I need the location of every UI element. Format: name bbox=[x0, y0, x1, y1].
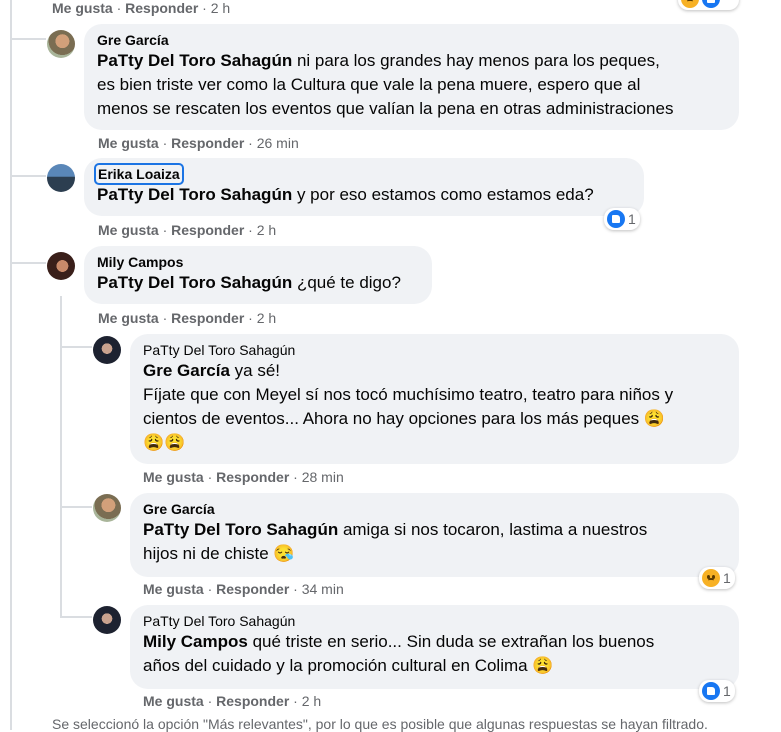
sad-reaction-icon bbox=[681, 0, 699, 8]
mention-link[interactable]: PaTty Del Toro Sahagún bbox=[97, 51, 292, 70]
reply-link[interactable]: Responder bbox=[171, 135, 244, 151]
reply-text: Gre García ya sé! bbox=[143, 361, 281, 380]
comment-text: menos se rescaten los eventos que valían… bbox=[97, 99, 674, 118]
reply-link[interactable]: Responder bbox=[216, 693, 289, 709]
mention-link[interactable]: PaTty Del Toro Sahagún bbox=[97, 185, 292, 204]
timestamp[interactable]: 2 h bbox=[211, 0, 230, 16]
like-link[interactable]: Me gusta bbox=[98, 135, 159, 151]
comment-bubble: Erika Loaiza PaTty Del Toro Sahagún y po… bbox=[84, 158, 644, 216]
reply-link[interactable]: Responder bbox=[171, 310, 244, 326]
reply-bubble: Gre García PaTty Del Toro Sahagún amiga … bbox=[130, 493, 739, 577]
reaction-summary[interactable]: 1 bbox=[699, 680, 735, 702]
like-link[interactable]: Me gusta bbox=[143, 581, 204, 597]
comment-bubble: Gre García PaTty Del Toro Sahagún ni par… bbox=[84, 24, 739, 130]
mention-link[interactable]: Gre García bbox=[143, 361, 230, 380]
reply-author[interactable]: PaTty Del Toro Sahagún bbox=[143, 342, 727, 359]
mention-link[interactable]: PaTty Del Toro Sahagún bbox=[97, 273, 292, 292]
thread-line-replies bbox=[60, 296, 62, 616]
reply-actions: Me gusta · Responder · 28 min bbox=[143, 469, 344, 485]
reply-text: 😩😩 bbox=[143, 433, 186, 452]
like-link[interactable]: Me gusta bbox=[98, 310, 159, 326]
reply-bubble: PaTty Del Toro Sahagún Mily Campos qué t… bbox=[130, 605, 739, 689]
avatar[interactable] bbox=[93, 336, 121, 364]
timestamp[interactable]: 28 min bbox=[302, 469, 344, 485]
reply-actions: Me gusta · Responder · 34 min bbox=[143, 581, 344, 597]
reply-author[interactable]: Gre García bbox=[143, 501, 727, 518]
avatar[interactable] bbox=[47, 164, 75, 192]
reply-link[interactable]: Responder bbox=[171, 222, 244, 238]
comment-author[interactable]: Mily Campos bbox=[97, 254, 420, 271]
avatar[interactable] bbox=[93, 606, 121, 634]
like-link[interactable]: Me gusta bbox=[52, 0, 113, 16]
like-reaction-icon bbox=[607, 210, 625, 228]
timestamp[interactable]: 34 min bbox=[302, 581, 344, 597]
reply-text: hijos ni de chiste 😪 bbox=[143, 544, 295, 563]
avatar[interactable] bbox=[93, 494, 121, 522]
reply-link[interactable]: Responder bbox=[125, 0, 198, 16]
comment-author[interactable]: Erika Loaiza bbox=[94, 163, 184, 185]
reaction-summary[interactable]: 1 bbox=[699, 567, 735, 589]
like-reaction-icon bbox=[702, 0, 720, 8]
reply-link[interactable]: Responder bbox=[216, 469, 289, 485]
reply-bubble: PaTty Del Toro Sahagún Gre García ya sé!… bbox=[130, 334, 739, 464]
reaction-summary[interactable] bbox=[678, 0, 739, 10]
reply-actions: Me gusta · Responder · 2 h bbox=[143, 693, 322, 709]
comment-text: PaTty Del Toro Sahagún ¿qué te digo? bbox=[97, 273, 401, 292]
like-reaction-icon bbox=[702, 682, 720, 700]
comment-text: PaTty Del Toro Sahagún y por eso estamos… bbox=[97, 185, 594, 204]
comment-actions: Me gusta · Responder · 26 min bbox=[98, 135, 299, 151]
reply-text: Fíjate que con Meyel sí nos tocó muchísi… bbox=[143, 385, 674, 404]
reply-text: PaTty Del Toro Sahagún amiga si nos toca… bbox=[143, 520, 648, 539]
thread-line-branch bbox=[60, 616, 92, 618]
thread-line-branch bbox=[60, 506, 92, 508]
reply-link[interactable]: Responder bbox=[216, 581, 289, 597]
reaction-count: 1 bbox=[723, 570, 731, 586]
mention-link[interactable]: Mily Campos bbox=[143, 632, 248, 651]
thread-line-branch bbox=[10, 262, 46, 264]
thread-line-branch bbox=[60, 346, 92, 348]
reply-text: cientos de eventos... Ahora no hay opcio… bbox=[143, 409, 666, 428]
comment-bubble: Mily Campos PaTty Del Toro Sahagún ¿qué … bbox=[84, 246, 432, 304]
timestamp[interactable]: 2 h bbox=[257, 222, 276, 238]
reply-text: Mily Campos qué triste en serio... Sin d… bbox=[143, 632, 655, 651]
like-link[interactable]: Me gusta bbox=[143, 693, 204, 709]
thread-line-main bbox=[10, 0, 12, 730]
thread-line-branch bbox=[10, 38, 46, 40]
comment-actions: Me gusta · Responder · 2 h bbox=[52, 0, 231, 16]
comment-text: es bien triste ver como la Cultura que v… bbox=[97, 75, 641, 94]
avatar[interactable] bbox=[47, 252, 75, 280]
reaction-count: 1 bbox=[628, 211, 636, 227]
comment-actions: Me gusta · Responder · 2 h bbox=[98, 310, 277, 326]
like-link[interactable]: Me gusta bbox=[143, 469, 204, 485]
reaction-count: 1 bbox=[723, 683, 731, 699]
timestamp[interactable]: 2 h bbox=[302, 693, 321, 709]
comment-text: PaTty Del Toro Sahagún ni para los grand… bbox=[97, 51, 660, 70]
comment-author[interactable]: Gre García bbox=[97, 32, 727, 49]
reply-text: años del cuidado y la promoción cultural… bbox=[143, 656, 554, 675]
reaction-summary[interactable]: 1 bbox=[604, 208, 640, 230]
like-link[interactable]: Me gusta bbox=[98, 222, 159, 238]
reply-author[interactable]: PaTty Del Toro Sahagún bbox=[143, 613, 727, 630]
comment-actions: Me gusta · Responder · 2 h bbox=[98, 222, 277, 238]
timestamp[interactable]: 26 min bbox=[257, 135, 299, 151]
mention-link[interactable]: PaTty Del Toro Sahagún bbox=[143, 520, 338, 539]
sad-reaction-icon bbox=[702, 569, 720, 587]
thread-line-branch bbox=[10, 175, 46, 177]
avatar[interactable] bbox=[47, 30, 75, 58]
timestamp[interactable]: 2 h bbox=[257, 310, 276, 326]
